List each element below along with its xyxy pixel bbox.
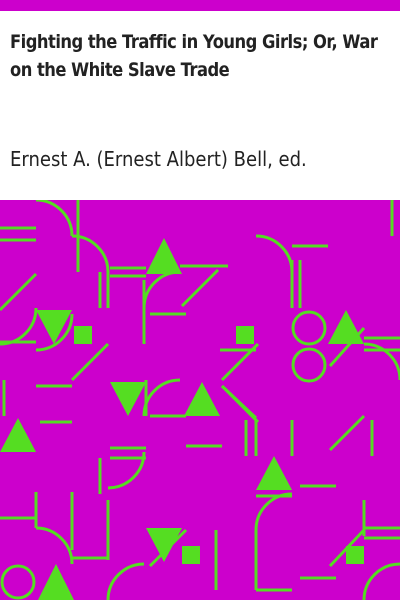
book-title: Fighting the Traffic in Young Girls; Or,… xyxy=(10,31,378,81)
top-accent-bar xyxy=(0,0,400,11)
book-author: Ernest A. (Ernest Albert) Bell, ed. xyxy=(10,147,307,171)
cover-pattern xyxy=(0,200,400,600)
